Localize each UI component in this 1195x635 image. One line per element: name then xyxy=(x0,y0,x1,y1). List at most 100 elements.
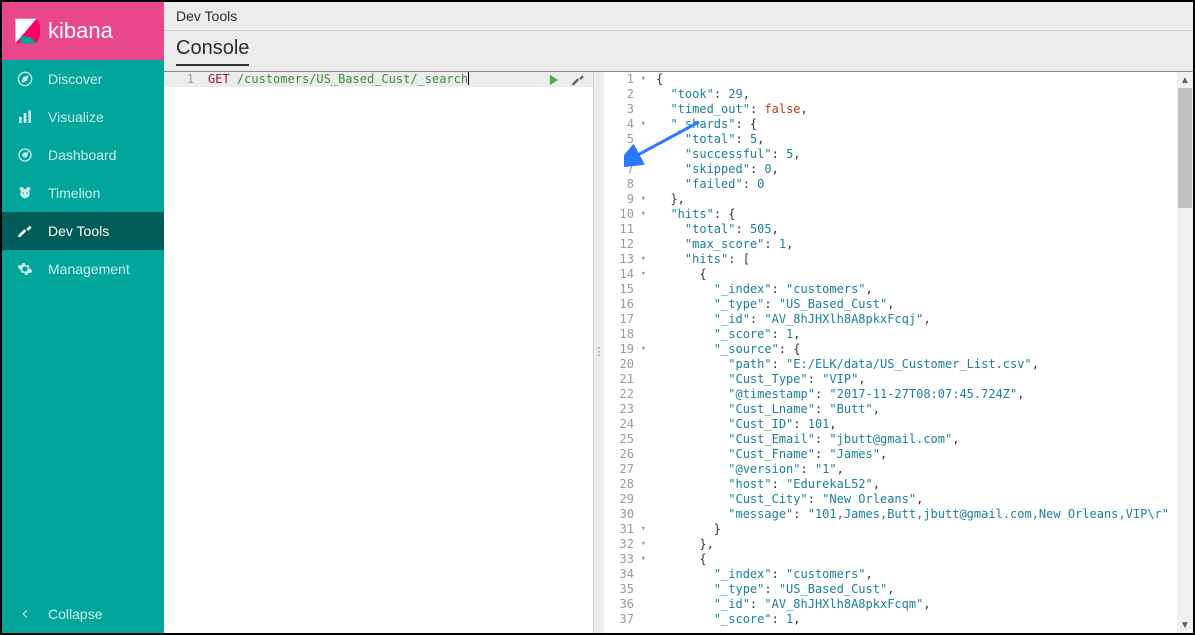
line-number: 24 xyxy=(604,417,634,432)
code-line: "Cust_Lname": "Butt", xyxy=(656,402,1193,417)
code-line: "hits": { xyxy=(656,207,1193,222)
line-number: 12 xyxy=(604,237,634,252)
line-number: 26 xyxy=(604,447,634,462)
code-line: "message": "101,James,Butt,jbutt@gmail.c… xyxy=(656,507,1193,522)
code-line: "skipped": 0, xyxy=(656,162,1193,177)
brand: kibana xyxy=(2,2,164,60)
line-number: 6 xyxy=(604,147,634,162)
code-line: "Cust_Fname": "James", xyxy=(656,447,1193,462)
drag-handle-icon: ⋮ xyxy=(594,351,605,354)
collapse-button[interactable]: Collapse xyxy=(2,595,164,633)
sidebar-item-label: Visualize xyxy=(48,109,104,125)
brand-name: kibana xyxy=(48,18,113,44)
line-number: 1 xyxy=(604,72,634,87)
editor-gutter: 1 xyxy=(164,72,202,87)
line-number: 16 xyxy=(604,297,634,312)
code-line: "Cust_ID": 101, xyxy=(656,417,1193,432)
line-number: 29 xyxy=(604,492,634,507)
nav: Discover Visualize Dashboard Timelion Dev To… xyxy=(2,60,164,633)
code-line: "Cust_City": "New Orleans", xyxy=(656,492,1193,507)
gear-icon xyxy=(16,260,34,278)
line-number: 37 xyxy=(604,612,634,627)
line-number: 23 xyxy=(604,402,634,417)
console-workspace: 1 GET /customers/US_Based_Cust/_search ⋮… xyxy=(164,72,1193,633)
code-line: { xyxy=(656,267,1193,282)
text-cursor xyxy=(468,72,469,85)
wrench-icon xyxy=(16,222,34,240)
compass-icon xyxy=(16,70,34,88)
line-number: 3 xyxy=(604,102,634,117)
code-line: "Cust_Email": "jbutt@gmail.com", xyxy=(656,432,1193,447)
sidebar: kibana Discover Visualize Dashboard Timelio… xyxy=(2,2,164,633)
response-viewer[interactable]: 1234567891011121314151617181920212223242… xyxy=(604,72,1193,633)
sidebar-item-dashboard[interactable]: Dashboard xyxy=(2,136,164,174)
run-button[interactable] xyxy=(547,73,561,90)
code-line: "total": 5, xyxy=(656,132,1193,147)
scroll-thumb[interactable] xyxy=(1178,88,1192,208)
splitter[interactable]: ⋮ xyxy=(594,72,604,633)
code-line: "_shards": { xyxy=(656,117,1193,132)
scroll-down-button[interactable]: ▼ xyxy=(1177,617,1193,633)
code-line: "@timestamp": "2017-11-27T08:07:45.724Z"… xyxy=(656,387,1193,402)
vertical-scrollbar[interactable]: ▲ ▼ xyxy=(1177,72,1193,633)
code-line: "timed_out": false, xyxy=(656,102,1193,117)
code-line: "_source": { xyxy=(656,342,1193,357)
gauge-icon xyxy=(16,146,34,164)
bar-chart-icon xyxy=(16,108,34,126)
main: Dev Tools Console 1 GET /customers/US_Ba… xyxy=(164,2,1193,633)
line-number: 5 xyxy=(604,132,634,147)
code-line: "_type": "US_Based_Cust", xyxy=(656,582,1193,597)
sidebar-item-label: Dashboard xyxy=(48,147,117,163)
wrench-button[interactable] xyxy=(571,73,585,90)
line-number: 4 xyxy=(604,117,634,132)
line-number: 17 xyxy=(604,312,634,327)
line-number: 15 xyxy=(604,282,634,297)
sidebar-item-label: Dev Tools xyxy=(48,223,109,239)
editor-line[interactable]: 1 GET /customers/US_Based_Cust/_search xyxy=(164,72,593,87)
line-number: 19 xyxy=(604,342,634,357)
line-number: 28 xyxy=(604,477,634,492)
line-number: 2 xyxy=(604,87,634,102)
request-path: /customers/US_Based_Cust/_search xyxy=(237,72,468,86)
sidebar-item-discover[interactable]: Discover xyxy=(2,60,164,98)
line-number: 21 xyxy=(604,372,634,387)
line-number: 27 xyxy=(604,462,634,477)
sidebar-item-dev-tools[interactable]: Dev Tools xyxy=(2,212,164,250)
line-number: 36 xyxy=(604,597,634,612)
code-line: "max_score": 1, xyxy=(656,237,1193,252)
code-line: "failed": 0 xyxy=(656,177,1193,192)
line-number: 7 xyxy=(604,162,634,177)
request-editor[interactable]: 1 GET /customers/US_Based_Cust/_search xyxy=(164,72,594,633)
sidebar-item-timelion[interactable]: Timelion xyxy=(2,174,164,212)
line-number: 18 xyxy=(604,327,634,342)
code-line: "_id": "AV_8hJHXlh8A8pkxFcqj", xyxy=(656,312,1193,327)
code-line: "_score": 1, xyxy=(656,327,1193,342)
line-number: 8 xyxy=(604,177,634,192)
code-line: { xyxy=(656,72,1193,87)
code-line: "_id": "AV_8hJHXlh8A8pkxFcqm", xyxy=(656,597,1193,612)
line-number: 14 xyxy=(604,267,634,282)
code-line: "_score": 1, xyxy=(656,612,1193,627)
code-line: "_index": "customers", xyxy=(656,282,1193,297)
sidebar-item-visualize[interactable]: Visualize xyxy=(2,98,164,136)
line-number: 22 xyxy=(604,387,634,402)
code-line: } xyxy=(656,522,1193,537)
code-line: "Cust_Type": "VIP", xyxy=(656,372,1193,387)
sidebar-item-management[interactable]: Management xyxy=(2,250,164,288)
code-line: "@version": "1", xyxy=(656,462,1193,477)
response-code: { "took": 29, "timed_out": false, "_shar… xyxy=(642,72,1193,633)
line-number: 1 xyxy=(164,72,194,87)
line-number: 9 xyxy=(604,192,634,207)
scroll-up-button[interactable]: ▲ xyxy=(1177,72,1193,88)
sidebar-item-label: Management xyxy=(48,261,130,277)
response-gutter: 1234567891011121314151617181920212223242… xyxy=(604,72,642,633)
line-number: 30 xyxy=(604,507,634,522)
chevron-left-icon xyxy=(16,605,34,623)
request-method: GET xyxy=(208,72,230,86)
editor-empty-area[interactable] xyxy=(164,87,593,633)
bear-icon xyxy=(16,184,34,202)
editor-code[interactable]: GET /customers/US_Based_Cust/_search xyxy=(202,72,593,87)
line-number: 34 xyxy=(604,567,634,582)
line-number: 35 xyxy=(604,582,634,597)
line-number: 25 xyxy=(604,432,634,447)
